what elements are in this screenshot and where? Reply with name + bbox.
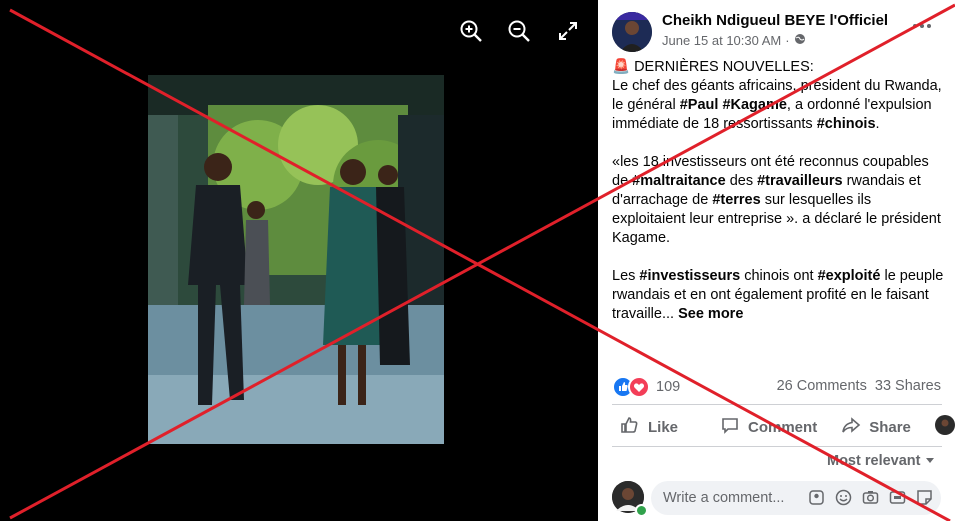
text-segment: Les — [612, 268, 640, 284]
reaction-as-selector[interactable] — [934, 415, 955, 439]
more-options-icon[interactable] — [912, 16, 932, 34]
shares-count[interactable]: 33 Shares — [875, 378, 941, 394]
avatar-sticker-icon[interactable] — [808, 489, 825, 511]
engagement-counts: 26 Comments 33 Shares — [777, 378, 941, 394]
caret-down-icon — [925, 453, 935, 469]
hashtag-kagame[interactable]: #Kagame — [722, 97, 786, 113]
like-label: Like — [648, 418, 679, 436]
meta-separator: · — [785, 33, 790, 48]
reaction-count: 109 — [656, 379, 681, 395]
post-photo[interactable] — [148, 75, 444, 444]
sort-label: Most relevant — [827, 453, 921, 469]
hashtag-maltraitance[interactable]: #maltraitance — [632, 173, 726, 189]
author-avatar[interactable] — [612, 12, 652, 52]
text-segment: des — [725, 173, 758, 189]
globe-icon — [794, 33, 806, 48]
hashtag-travailleurs[interactable]: #travailleurs — [757, 173, 842, 189]
post-timestamp[interactable]: June 15 at 10:30 AM — [662, 33, 781, 48]
expand-icon[interactable] — [555, 18, 581, 44]
profile-avatar-small — [934, 415, 955, 439]
text-segment: . — [875, 116, 880, 132]
love-reaction-icon — [628, 376, 650, 398]
comment-label: Comment — [748, 418, 818, 436]
action-bar: Like Comment Share — [612, 412, 955, 442]
post-headline: 🚨 DERNIÈRES NOUVELLES: — [612, 59, 814, 75]
share-icon — [841, 415, 861, 439]
comment-sort-dropdown[interactable]: Most relevant — [827, 453, 935, 469]
online-status-dot — [635, 504, 648, 517]
post-paragraph-2: «les 18 investisseurs ont été reconnus c… — [612, 153, 944, 248]
comment-icon — [720, 415, 740, 439]
post-meta: June 15 at 10:30 AM · — [662, 33, 806, 48]
comment-button[interactable]: Comment — [720, 415, 817, 439]
divider — [612, 446, 942, 447]
hashtag-paul[interactable]: #Paul — [680, 97, 719, 113]
comment-tools — [808, 489, 933, 511]
emoji-icon[interactable] — [835, 489, 852, 511]
comment-input[interactable]: Write a comment... — [651, 481, 941, 515]
hashtag-chinois[interactable]: #chinois — [817, 116, 876, 132]
gif-icon[interactable] — [889, 489, 906, 511]
see-more-link[interactable]: See more — [678, 306, 743, 322]
divider — [612, 404, 942, 405]
comments-count[interactable]: 26 Comments — [777, 378, 867, 394]
like-button[interactable]: Like — [620, 415, 678, 439]
post-paragraph-1: Le chef des géants africains, président … — [612, 77, 944, 134]
thumbs-up-icon — [620, 415, 640, 439]
reaction-summary[interactable]: 109 — [612, 376, 680, 398]
sticker-icon[interactable] — [916, 489, 933, 511]
share-button[interactable]: Share — [841, 415, 911, 439]
photo-viewer — [0, 0, 598, 521]
hashtag-terres[interactable]: #terres — [712, 192, 760, 208]
text-segment: chinois ont — [740, 268, 818, 284]
camera-icon[interactable] — [862, 489, 879, 511]
hashtag-exploite[interactable]: #exploité — [818, 268, 881, 284]
post-text: 🚨 DERNIÈRES NOUVELLES: Le chef des géant… — [612, 58, 944, 343]
share-label: Share — [869, 418, 911, 436]
zoom-out-icon[interactable] — [506, 18, 532, 44]
post-panel: Cheikh Ndigueul BEYE l'Officiel June 15 … — [598, 0, 955, 521]
author-name[interactable]: Cheikh Ndigueul BEYE l'Officiel — [662, 12, 888, 29]
post-paragraph-3: Les #investisseurs chinois ont #exploité… — [612, 267, 944, 324]
photo-scene — [148, 75, 444, 444]
zoom-in-icon[interactable] — [458, 18, 484, 44]
comment-placeholder: Write a comment... — [663, 490, 785, 506]
hashtag-investisseurs[interactable]: #investisseurs — [639, 268, 740, 284]
